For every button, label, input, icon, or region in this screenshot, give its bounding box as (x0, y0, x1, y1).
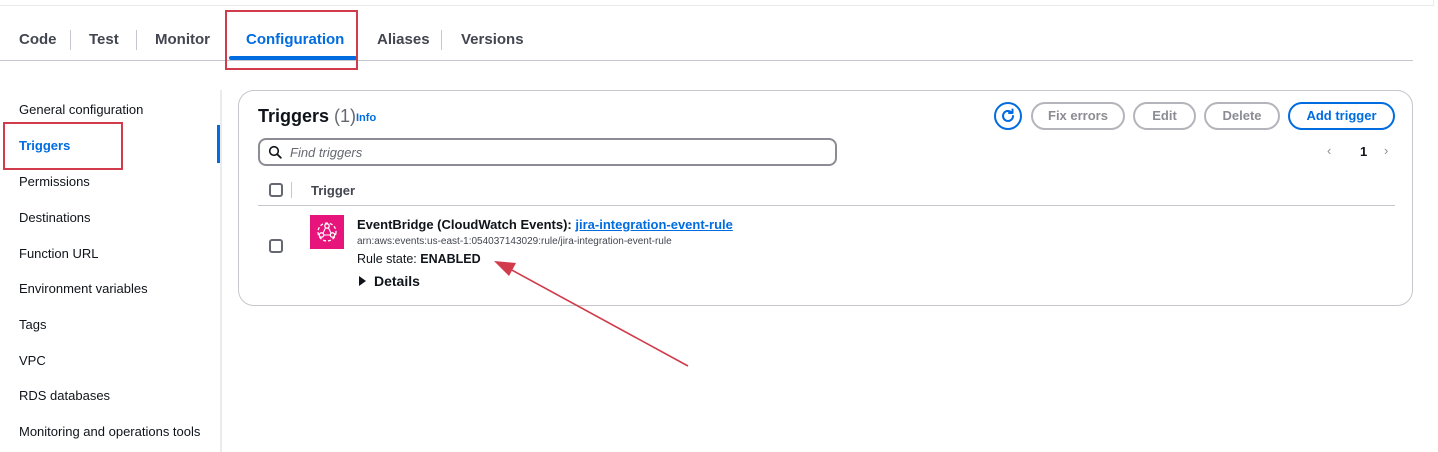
trigger-title: EventBridge (CloudWatch Events): jira-in… (357, 217, 733, 232)
rule-state-label: Rule state: (357, 252, 417, 266)
trigger-count: (1) (334, 106, 357, 126)
sidebar-active-indicator (217, 125, 220, 163)
row-select-checkbox[interactable] (269, 239, 283, 253)
tab-separator (70, 30, 71, 50)
details-label: Details (374, 273, 420, 289)
sidebar-item-monitoring-tools[interactable]: Monitoring and operations tools (19, 424, 200, 439)
eventbridge-icon (310, 215, 344, 249)
previous-page-button[interactable]: ‹ (1327, 143, 1331, 158)
select-all-checkbox[interactable] (269, 183, 283, 197)
search-icon (268, 145, 282, 159)
triggers-panel: Triggers (1) Info Fix errors Edit Delete… (238, 90, 1413, 306)
panel-title: Triggers (1) (258, 106, 356, 127)
tab-versions[interactable]: Versions (461, 18, 524, 61)
tab-test[interactable]: Test (89, 18, 119, 61)
tab-code[interactable]: Code (19, 18, 57, 61)
tab-aliases[interactable]: Aliases (377, 18, 430, 61)
trigger-rule-link[interactable]: jira-integration-event-rule (575, 217, 732, 232)
tab-separator (441, 30, 442, 50)
window-top-edge (0, 0, 1434, 6)
sidebar-item-destinations[interactable]: Destinations (19, 210, 91, 225)
tab-bar: Code Test Monitor Configuration Aliases … (0, 18, 1413, 61)
details-expander[interactable]: Details (359, 273, 420, 289)
column-header-trigger: Trigger (311, 183, 356, 198)
sidebar-item-triggers[interactable]: Triggers (19, 138, 70, 153)
sidebar-item-vpc[interactable]: VPC (19, 353, 46, 368)
sidebar-item-rds-databases[interactable]: RDS databases (19, 388, 110, 403)
eventbridge-glyph (317, 222, 337, 242)
next-page-button[interactable]: › (1384, 143, 1388, 158)
pagination: ‹ 1 › (1327, 143, 1397, 163)
refresh-icon (1002, 108, 1014, 122)
delete-button[interactable]: Delete (1204, 102, 1280, 130)
add-trigger-button[interactable]: Add trigger (1288, 102, 1395, 130)
page-number-1[interactable]: 1 (1360, 144, 1367, 159)
tab-separator (136, 30, 137, 50)
find-triggers-search (258, 138, 837, 166)
trigger-arn: arn:aws:events:us-east-1:054037143029:ru… (357, 236, 672, 247)
tab-monitor[interactable]: Monitor (155, 18, 210, 61)
sidebar-item-environment-variables[interactable]: Environment variables (19, 281, 148, 296)
sidebar-item-general-configuration[interactable]: General configuration (19, 102, 143, 117)
caret-right-icon (359, 276, 366, 286)
search-input[interactable] (290, 143, 820, 161)
table-header: Trigger (258, 177, 1395, 206)
config-sidebar: General configuration Triggers Permissio… (0, 90, 222, 452)
info-link[interactable]: Info (356, 112, 376, 124)
sidebar-item-function-url[interactable]: Function URL (19, 246, 98, 261)
panel-title-text: Triggers (258, 106, 330, 126)
trigger-source: EventBridge (CloudWatch Events): (357, 217, 572, 232)
sidebar-item-permissions[interactable]: Permissions (19, 174, 90, 189)
fix-errors-button[interactable]: Fix errors (1031, 102, 1125, 130)
sidebar-item-tags[interactable]: Tags (19, 317, 46, 332)
rule-state-value: ENABLED (420, 252, 481, 266)
header-separator (291, 182, 292, 198)
active-tab-indicator (229, 56, 357, 60)
edit-button[interactable]: Edit (1133, 102, 1196, 130)
tab-configuration[interactable]: Configuration (246, 18, 344, 61)
refresh-button[interactable] (994, 102, 1022, 130)
table-row: EventBridge (CloudWatch Events): jira-in… (258, 207, 1395, 297)
rule-state: Rule state: ENABLED (357, 252, 481, 266)
